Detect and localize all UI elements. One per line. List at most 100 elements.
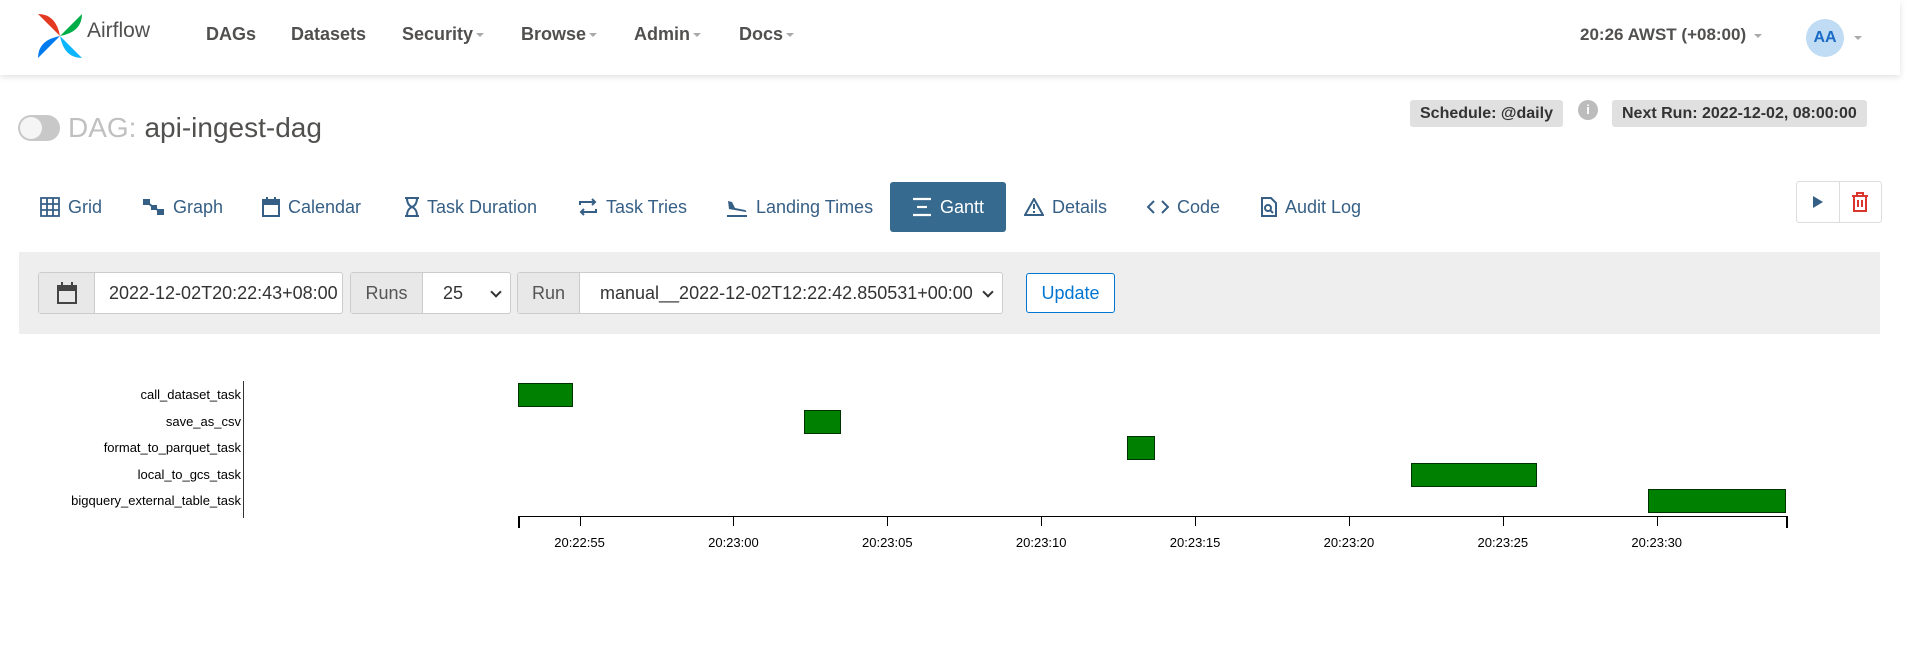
nav-datasets[interactable]: Datasets bbox=[291, 24, 366, 45]
x-axis-tick-label: 20:23:10 bbox=[1015, 535, 1067, 550]
calendar-icon bbox=[262, 197, 280, 217]
tab-graph-label: Graph bbox=[173, 196, 224, 217]
tab-grid[interactable]: Grid bbox=[40, 182, 102, 232]
tab-task-tries-label: Task Tries bbox=[606, 196, 688, 217]
retry-icon bbox=[579, 198, 597, 216]
chevron-down-icon bbox=[476, 33, 485, 38]
gantt-bar-call_dataset_task[interactable] bbox=[518, 383, 574, 407]
gantt-bar-format_to_parquet_task[interactable] bbox=[1127, 436, 1156, 460]
dag-actions bbox=[1796, 181, 1882, 223]
tab-landing-times-label: Landing Times bbox=[756, 196, 874, 217]
dag-prefix: DAG: bbox=[68, 112, 137, 143]
tab-grid-label: Grid bbox=[68, 196, 103, 217]
runs-select[interactable]: 25 bbox=[423, 273, 510, 313]
gantt-icon bbox=[913, 197, 931, 217]
tab-task-duration-label: Task Duration bbox=[427, 196, 538, 217]
nav-security-label: Security bbox=[402, 24, 474, 44]
nav-dags-label: DAGs bbox=[206, 24, 257, 44]
tab-gantt-label: Gantt bbox=[940, 196, 985, 217]
nav-admin[interactable]: Admin bbox=[634, 24, 701, 45]
run-label: Run bbox=[518, 273, 580, 313]
airflow-logo-icon bbox=[38, 14, 82, 58]
info-icon[interactable]: i bbox=[1578, 100, 1598, 120]
avatar[interactable]: AA bbox=[1806, 19, 1844, 57]
tab-graph[interactable]: Graph bbox=[143, 182, 223, 232]
task-label: call_dataset_task bbox=[140, 387, 241, 402]
run-group: Run manual__2022-12-02T12:22:42.850531+0… bbox=[517, 272, 1003, 314]
base-date-input[interactable]: 2022-12-02T20:22:43+08:00 bbox=[95, 273, 342, 313]
next-run-badge: Next Run: 2022-12-02, 08:00:00 bbox=[1612, 100, 1867, 127]
task-label: bigquery_external_table_task bbox=[71, 493, 241, 508]
trash-icon bbox=[1852, 192, 1869, 212]
x-axis-start-tick bbox=[518, 516, 520, 528]
update-button[interactable]: Update bbox=[1026, 273, 1115, 313]
tab-details[interactable]: Details bbox=[1024, 182, 1107, 232]
code-icon bbox=[1147, 200, 1169, 214]
graph-icon bbox=[143, 199, 164, 215]
x-axis-tick bbox=[887, 516, 889, 526]
nav-browse[interactable]: Browse bbox=[521, 24, 598, 45]
chevron-down-icon bbox=[490, 286, 502, 298]
x-axis-tick bbox=[1195, 516, 1197, 526]
chevron-down-icon bbox=[1754, 33, 1763, 38]
brand[interactable]: Airflow bbox=[36, 12, 150, 60]
x-axis-tick bbox=[1502, 516, 1504, 526]
dag-pause-toggle[interactable] bbox=[18, 115, 60, 141]
x-axis-tick-label: 20:23:00 bbox=[708, 535, 759, 550]
calendar-picker-button[interactable] bbox=[39, 273, 95, 313]
x-axis-tick-label: 20:23:30 bbox=[1631, 535, 1683, 550]
run-select[interactable]: manual__2022-12-02T12:22:42.850531+00:00 bbox=[580, 273, 1002, 313]
runs-group: Runs 25 bbox=[350, 272, 511, 314]
tab-details-label: Details bbox=[1052, 196, 1108, 217]
x-axis-tick-label: 20:23:20 bbox=[1323, 535, 1375, 550]
timezone-clock[interactable]: 20:26 AWST (+08:00) bbox=[1580, 25, 1763, 45]
x-axis-tick-label: 20:23:05 bbox=[862, 535, 913, 550]
gantt-bar-save_as_csv[interactable] bbox=[804, 409, 842, 434]
gantt-bar-bigquery_external_table_task[interactable] bbox=[1647, 489, 1786, 513]
run-select-value: manual__2022-12-02T12:22:42.850531+00:00 bbox=[600, 282, 973, 303]
tab-calendar-label: Calendar bbox=[288, 196, 362, 217]
hourglass-icon bbox=[405, 197, 419, 217]
tab-gantt[interactable]: Gantt bbox=[890, 182, 1007, 232]
chevron-down-icon bbox=[693, 33, 701, 38]
task-label: format_to_parquet_task bbox=[103, 440, 241, 455]
x-axis-end-tick bbox=[1786, 516, 1788, 528]
nav-docs-label: Docs bbox=[739, 24, 784, 44]
gantt-bar-local_to_gcs_task[interactable] bbox=[1410, 462, 1537, 487]
tab-audit-log-label: Audit Log bbox=[1285, 196, 1362, 217]
play-icon bbox=[1812, 196, 1823, 208]
tab-audit-log[interactable]: Audit Log bbox=[1261, 182, 1361, 232]
tab-task-duration[interactable]: Task Duration bbox=[405, 182, 537, 232]
gantt-x-axis bbox=[518, 516, 1788, 517]
dag-id: api-ingest-dag bbox=[144, 112, 322, 143]
top-navbar: Airflow DAGs Datasets Security Browse Ad… bbox=[0, 0, 1900, 75]
runs-label: Runs bbox=[351, 273, 423, 313]
x-axis-tick bbox=[1041, 516, 1043, 526]
tab-code[interactable]: Code bbox=[1147, 182, 1220, 232]
task-label: save_as_csv bbox=[165, 413, 241, 429]
grid-icon bbox=[40, 197, 60, 217]
base-date-group: 2022-12-02T20:22:43+08:00 bbox=[38, 272, 343, 314]
nav-docs[interactable]: Docs bbox=[739, 24, 795, 45]
gantt-y-axis bbox=[243, 381, 244, 518]
tab-landing-times[interactable]: Landing Times bbox=[726, 182, 873, 232]
x-axis-tick-label: 20:23:25 bbox=[1477, 535, 1529, 550]
clock-text: 20:26 AWST (+08:00) bbox=[1580, 25, 1747, 44]
nav-security[interactable]: Security bbox=[402, 24, 485, 45]
nav-admin-label: Admin bbox=[634, 24, 690, 44]
trigger-dag-button[interactable] bbox=[1797, 182, 1839, 222]
task-label: local_to_gcs_task bbox=[137, 466, 241, 482]
chevron-down-icon[interactable] bbox=[1854, 36, 1862, 40]
delete-dag-button[interactable] bbox=[1838, 182, 1881, 222]
tab-task-tries[interactable]: Task Tries bbox=[578, 182, 687, 232]
gantt-filter-bar: 2022-12-02T20:22:43+08:00 Runs 25 Run ma… bbox=[19, 252, 1880, 334]
file-search-icon bbox=[1261, 197, 1277, 217]
x-axis-tick bbox=[1348, 516, 1350, 526]
nav-dags[interactable]: DAGs bbox=[206, 24, 256, 45]
tab-calendar[interactable]: Calendar bbox=[262, 182, 361, 232]
chevron-down-icon bbox=[982, 286, 994, 298]
brand-name: Airflow bbox=[87, 19, 151, 42]
runs-select-value: 25 bbox=[443, 282, 464, 303]
dag-title-row: DAG: api-ingest-dag bbox=[18, 112, 322, 144]
x-axis-tick-label: 20:22:55 bbox=[554, 535, 605, 550]
